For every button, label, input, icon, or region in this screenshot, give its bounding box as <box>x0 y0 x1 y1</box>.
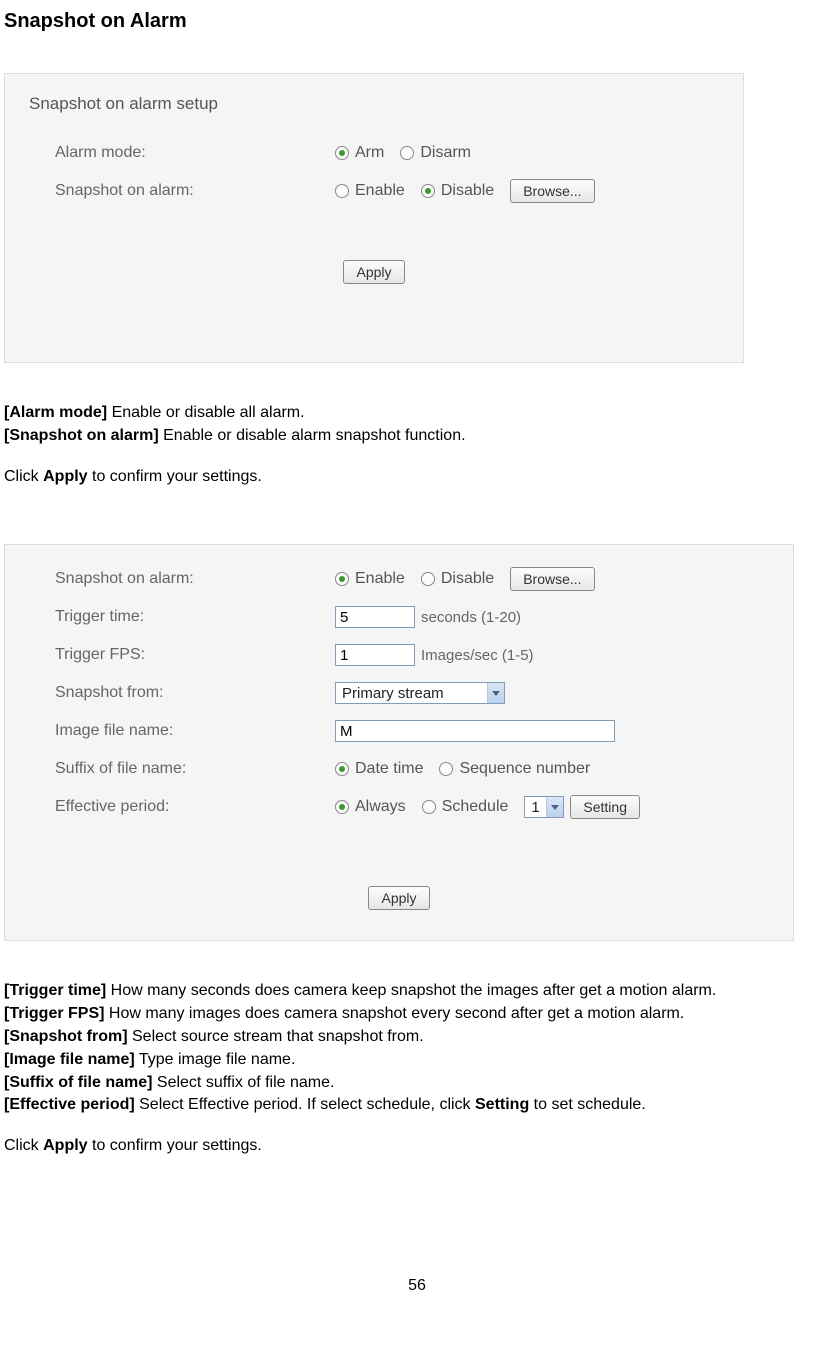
trigger-time-label: Trigger time: <box>55 608 335 626</box>
snapshot-disable-radio[interactable] <box>421 184 435 198</box>
snapshot-detail-panel: Snapshot on alarm: Enable Disable Browse… <box>4 544 794 941</box>
suffix-date-radio[interactable] <box>335 762 349 776</box>
trigger-fps-hint: Images/sec (1-5) <box>421 647 534 664</box>
trigger-time-row: Trigger time: seconds (1-20) <box>55 603 773 631</box>
effective-period-label: Effective period: <box>55 798 335 816</box>
trigger-fps-row: Trigger FPS: Images/sec (1-5) <box>55 641 773 669</box>
effective-always-label: Always <box>355 798 406 816</box>
d2-effective-t1: Select Effective period. If select sched… <box>135 1096 475 1113</box>
d2-suffix-t: Select suffix of file name. <box>152 1074 334 1091</box>
desc-click-pre: Click <box>4 468 43 485</box>
trigger-time-input[interactable] <box>335 606 415 628</box>
suffix-seq-label: Sequence number <box>459 760 590 778</box>
alarm-mode-label: Alarm mode: <box>55 144 335 162</box>
d2-image-file-t: Type image file name. <box>135 1051 296 1068</box>
d2-effective-b: [Effective period] <box>4 1096 135 1113</box>
desc-snapshot-bold: [Snapshot on alarm] <box>4 427 159 444</box>
desc-alarm-mode-bold: [Alarm mode] <box>4 404 107 421</box>
desc-alarm-mode-text: Enable or disable all alarm. <box>107 404 304 421</box>
snapshot-enable-radio-2[interactable] <box>335 572 349 586</box>
d2-apply-bold: Apply <box>43 1137 87 1154</box>
d2-trigger-time-t: How many seconds does camera keep snapsh… <box>106 982 716 999</box>
suffix-date-label: Date time <box>355 760 423 778</box>
image-file-name-input[interactable] <box>335 720 615 742</box>
snapshot-enable-label: Enable <box>355 182 405 200</box>
snapshot-disable-label-2: Disable <box>441 570 494 588</box>
page-title: Snapshot on Alarm <box>4 10 830 33</box>
snapshot-from-select[interactable]: Primary stream <box>335 682 505 704</box>
schedule-number-value: 1 <box>525 799 545 816</box>
apply-button-2[interactable]: Apply <box>368 886 429 910</box>
trigger-time-hint: seconds (1-20) <box>421 609 521 626</box>
d2-snapshot-from-t: Select source stream that snapshot from. <box>128 1028 424 1045</box>
snapshot-from-value: Primary stream <box>336 685 450 702</box>
desc-apply-bold: Apply <box>43 468 87 485</box>
d2-trigger-fps-b: [Trigger FPS] <box>4 1005 104 1022</box>
effective-schedule-label: Schedule <box>442 798 509 816</box>
alarm-mode-disarm-label: Disarm <box>420 144 471 162</box>
suffix-seq-radio[interactable] <box>439 762 453 776</box>
alarm-mode-arm-label: Arm <box>355 144 384 162</box>
effective-always-radio[interactable] <box>335 800 349 814</box>
d2-click-pre: Click <box>4 1137 43 1154</box>
snapshot-on-alarm-row: Snapshot on alarm: Enable Disable Browse… <box>55 177 723 205</box>
snapshot-enable-label-2: Enable <box>355 570 405 588</box>
desc-click-post: to confirm your settings. <box>88 468 262 485</box>
trigger-fps-input[interactable] <box>335 644 415 666</box>
browse-button[interactable]: Browse... <box>510 179 594 203</box>
snapshot-on-alarm-label: Snapshot on alarm: <box>55 182 335 200</box>
d2-setting-bold: Setting <box>475 1096 529 1113</box>
d2-click-post: to confirm your settings. <box>88 1137 262 1154</box>
d2-image-file-b: [Image file name] <box>4 1051 135 1068</box>
chevron-down-icon <box>487 683 504 703</box>
apply-button[interactable]: Apply <box>343 260 404 284</box>
page-number: 56 <box>4 1277 830 1295</box>
snapshot-enable-radio[interactable] <box>335 184 349 198</box>
d2-suffix-b: [Suffix of file name] <box>4 1074 152 1091</box>
effective-schedule-radio[interactable] <box>422 800 436 814</box>
d2-effective-t2: to set schedule. <box>529 1096 646 1113</box>
suffix-label: Suffix of file name: <box>55 760 335 778</box>
snapshot-setup-panel: Snapshot on alarm setup Alarm mode: Arm … <box>4 73 744 363</box>
d2-trigger-time-b: [Trigger time] <box>4 982 106 999</box>
d2-trigger-fps-t: How many images does camera snapshot eve… <box>104 1005 684 1022</box>
image-file-name-label: Image file name: <box>55 722 335 740</box>
alarm-mode-arm-radio[interactable] <box>335 146 349 160</box>
effective-period-row: Effective period: Always Schedule 1 Sett… <box>55 793 773 821</box>
description-block-2: [Trigger time] How many seconds does cam… <box>4 981 830 1157</box>
browse-button-2[interactable]: Browse... <box>510 567 594 591</box>
snapshot-from-row: Snapshot from: Primary stream <box>55 679 773 707</box>
description-block-1: [Alarm mode] Enable or disable all alarm… <box>4 403 830 487</box>
snapshot-on-alarm-row-2: Snapshot on alarm: Enable Disable Browse… <box>55 565 773 593</box>
trigger-fps-label: Trigger FPS: <box>55 646 335 664</box>
snapshot-on-alarm-label-2: Snapshot on alarm: <box>55 570 335 588</box>
panel-title: Snapshot on alarm setup <box>29 94 723 114</box>
snapshot-disable-radio-2[interactable] <box>421 572 435 586</box>
image-file-name-row: Image file name: <box>55 717 773 745</box>
desc-snapshot-text: Enable or disable alarm snapshot functio… <box>159 427 466 444</box>
chevron-down-icon <box>546 797 563 817</box>
schedule-number-select[interactable]: 1 <box>524 796 564 818</box>
setting-button[interactable]: Setting <box>570 795 640 819</box>
suffix-row: Suffix of file name: Date time Sequence … <box>55 755 773 783</box>
alarm-mode-row: Alarm mode: Arm Disarm <box>55 139 723 167</box>
alarm-mode-disarm-radio[interactable] <box>400 146 414 160</box>
snapshot-disable-label: Disable <box>441 182 494 200</box>
d2-snapshot-from-b: [Snapshot from] <box>4 1028 128 1045</box>
snapshot-from-label: Snapshot from: <box>55 684 335 702</box>
